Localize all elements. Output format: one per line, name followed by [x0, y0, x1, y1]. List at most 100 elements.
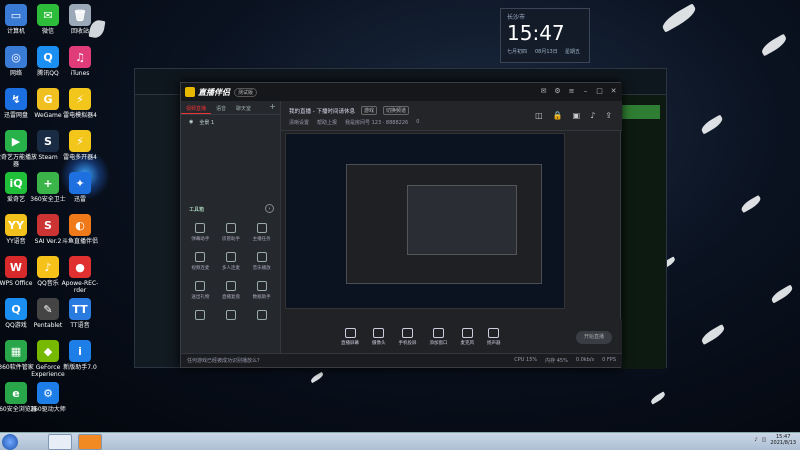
source-control-button[interactable]: 麦克风 — [460, 328, 475, 346]
add-scene-icon[interactable]: + — [265, 101, 280, 114]
source-control-label: 麦克风 — [460, 341, 475, 346]
app-icon: ⚙ — [37, 382, 59, 404]
volume-icon[interactable]: ♪ — [754, 437, 757, 443]
left-panel: 视频直播 语音 聊天室 + ◉ 全景 1 工具箱 › 弹幕助手 房管助手 主播任务视… — [181, 101, 281, 355]
tab-video-live[interactable]: 视频直播 — [181, 101, 212, 114]
app-icon: ✦ — [69, 172, 91, 194]
status-bar: 任何游戏已经被成功识别播放么？ CPU 15% 内存 45% 0.0kb/s 0 FP… — [181, 353, 622, 367]
desktop-icon[interactable]: ⚡ 雷电多开器4 — [58, 130, 102, 161]
desktop-icon-label: Apowe-REC-rder — [61, 280, 99, 294]
desktop-icon[interactable]: ⚡ 雷电模拟器4 — [58, 88, 102, 119]
app-icon: Q — [37, 46, 59, 68]
toolbox-item[interactable]: 音乐播放 — [246, 252, 277, 271]
source-control-icon — [373, 328, 385, 338]
app-icon: ◎ — [5, 46, 27, 68]
toolbox-item[interactable]: 视频连麦 — [185, 252, 216, 271]
network-icon[interactable]: ◫ — [762, 437, 767, 443]
tab-chatroom[interactable]: 聊天室 — [231, 101, 256, 114]
live-streaming-app-window[interactable]: 直播伴侣 测试版 ✉ ⚙ ≡ – □ ✕ 视频直播 语音 聊天室 + ◉ 全景 … — [180, 82, 622, 368]
desktop-icon-label: 迅雷 — [73, 196, 86, 203]
desktop-icon[interactable]: ♫ iTunes — [58, 46, 102, 77]
app-icon: YY — [5, 214, 27, 236]
desktop-icon-label: 回收站 — [70, 28, 89, 35]
source-control-label: 添加窗口 — [429, 341, 448, 346]
source-control-button[interactable]: 扬声器 — [487, 328, 501, 346]
source-control-icon — [488, 328, 500, 338]
toolbox-item[interactable] — [216, 310, 247, 323]
tool-icon — [195, 310, 206, 320]
performance-stats: CPU 15% 内存 45% 0.0kb/s 0 FPS — [514, 357, 622, 364]
toolbox-item[interactable]: 弹幕助手 — [185, 223, 216, 242]
app-icon: W — [5, 256, 27, 278]
toolbox-item[interactable]: 送出礼物 — [185, 281, 216, 300]
desktop-icon[interactable]: ⚙ 360驱动大师 — [26, 382, 70, 413]
quality-setting[interactable]: 清晰设置 — [289, 119, 309, 126]
desktop-icon[interactable]: TT TT语音 — [58, 298, 102, 329]
start-live-button[interactable]: 开始直播 — [576, 331, 612, 344]
tool-label: 房管助手 — [221, 237, 240, 242]
scene-item[interactable]: ◉ 全景 1 — [181, 115, 280, 130]
tab-voice[interactable]: 语音 — [211, 101, 231, 114]
message-icon[interactable]: ✉ — [539, 87, 548, 96]
lock-icon[interactable]: 🔒 — [553, 111, 563, 120]
desktop-icon[interactable]: i 新版助手7.0 — [58, 340, 102, 371]
app-icon: ● — [69, 256, 91, 278]
source-control-button[interactable]: 手机投屏 — [399, 328, 417, 346]
share-icon[interactable]: ⇪ — [605, 111, 612, 120]
menu-icon[interactable]: ≡ — [567, 87, 576, 96]
stream-title[interactable]: 我的直播 - 下播时间请休息 — [289, 107, 355, 115]
source-control-button[interactable]: 直播屏幕 — [341, 328, 359, 346]
app-icon: S — [37, 214, 59, 236]
toolbox-grid: 弹幕助手 房管助手 主播任务视频连麦 多人连麦 音乐播放送出礼物 直播复盘 数据助手 — [185, 223, 277, 323]
app-icon: ✎ — [37, 298, 59, 320]
clock-widget[interactable]: 长沙市 15:47 七月初四 08月13日 星期五 — [500, 8, 590, 63]
desktop-icon[interactable]: ● Apowe-REC-rder — [58, 256, 102, 294]
source-control-button[interactable]: 摄像头 — [372, 328, 386, 346]
status-hint[interactable]: 任何游戏已经被成功识别播放么？ — [187, 357, 262, 364]
tool-label: 直播复盘 — [221, 295, 240, 300]
bell-icon[interactable]: ♪ — [590, 111, 595, 120]
desktop-icon[interactable]: 🗑 回收站 — [58, 4, 102, 35]
minimize-icon[interactable]: – — [581, 87, 590, 96]
app-icon: 🗑 — [69, 4, 91, 26]
taskbar-clock[interactable]: 15:47 2021/8/13 — [770, 434, 796, 446]
desktop-icon[interactable]: ◐ 斗鱼直播伴侣 — [58, 214, 102, 245]
app-icon: ♫ — [69, 46, 91, 68]
toolbox-item[interactable]: 房管助手 — [216, 223, 247, 242]
version-badge: 测试版 — [234, 87, 258, 97]
switch-channel-button[interactable]: 切换频道 — [383, 106, 410, 115]
toolbox-item[interactable]: 多人连麦 — [216, 252, 247, 271]
taskbar-app-live[interactable] — [78, 434, 102, 450]
live-preview-canvas[interactable] — [285, 133, 565, 309]
toolbox-item[interactable] — [185, 310, 216, 323]
toolbox-item[interactable]: 主播任务 — [246, 223, 277, 242]
nested-preview-inner — [407, 185, 517, 255]
app-icon: G — [37, 88, 59, 110]
start-button-icon[interactable] — [2, 434, 18, 450]
red-envelope-icon[interactable]: ◫ — [535, 111, 543, 120]
source-control-icon — [433, 328, 444, 338]
desktop-icon[interactable]: ✦ 迅雷 — [58, 172, 102, 203]
eye-icon[interactable]: ◉ — [189, 119, 193, 126]
toolbox-more-icon[interactable]: › — [265, 204, 274, 213]
app-icon: ⚡ — [69, 130, 91, 152]
source-control-button[interactable]: 添加窗口 — [430, 328, 448, 346]
close-icon[interactable]: ✕ — [609, 87, 618, 96]
category-tag[interactable]: 游戏 — [360, 106, 377, 115]
toolbox-title: 工具箱 — [189, 207, 205, 213]
desktop-icon-label: 斗鱼直播伴侣 — [61, 238, 98, 245]
stream-info-bar: 我的直播 - 下播时间请休息 游戏 切换频道 清晰设置 帮助上报 我是房间号 1… — [281, 101, 622, 131]
settings-icon[interactable]: ⚙ — [553, 87, 562, 96]
toolbox-item[interactable]: 数据助手 — [246, 281, 277, 300]
source-control-icon — [461, 328, 473, 338]
record-icon[interactable]: ▣ — [573, 111, 581, 120]
toolbox-item[interactable]: 直播复盘 — [216, 281, 247, 300]
taskbar-app-game[interactable] — [48, 434, 72, 450]
source-control-icon — [402, 328, 413, 338]
app-icon: ↯ — [5, 88, 27, 110]
widget-weekday: 星期五 — [565, 49, 581, 55]
app-icon: ▭ — [5, 4, 27, 26]
help-report[interactable]: 帮助上报 — [317, 119, 337, 126]
toolbox-item[interactable] — [246, 310, 277, 323]
maximize-icon[interactable]: □ — [595, 87, 604, 96]
